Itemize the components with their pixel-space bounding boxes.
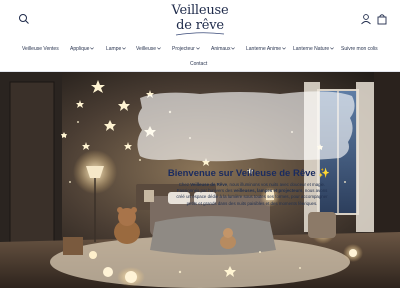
- hero-text: , nous avons: [302, 188, 328, 194]
- bag-icon[interactable]: [376, 13, 388, 25]
- nav-label: Veilleuse: [136, 46, 157, 52]
- chevron-down-icon: [330, 47, 334, 50]
- nav-label: Animaux: [211, 46, 231, 52]
- nav-label: Suivre mon colis: [341, 46, 378, 52]
- nav-label: Contact: [190, 61, 208, 67]
- nav-label: Veilleuse Ventes: [22, 46, 59, 52]
- hero-description: Chez Veilleuse de Rêve, nous illuminons …: [154, 182, 350, 207]
- nav-item-veilleuse-ventes[interactable]: Veilleuse Ventes: [22, 46, 59, 52]
- hero-text: petits et grands dans des nuits paisible…: [186, 200, 318, 206]
- nav-item-animaux[interactable]: Animaux: [211, 46, 236, 52]
- hero-title: Bienvenue sur Veilleuse de Rêve ✨: [167, 168, 331, 179]
- hero-section: Bienvenue sur Veilleuse de Rêve ✨ Chez V…: [0, 72, 400, 288]
- chevron-down-icon: [90, 47, 95, 50]
- nav-item-lanterne-anime[interactable]: Lanterne Anime: [246, 46, 286, 52]
- hero-text: Chez: [178, 182, 191, 187]
- chevron-down-icon: [157, 47, 161, 50]
- hero-banner: Bienvenue sur Veilleuse de Rêve ✨ Chez V…: [140, 166, 358, 228]
- site-header: Veilleuse de rêve: [0, 0, 400, 40]
- main-navigation: Veilleuse Ventes Applique Lampe Veilleus…: [0, 42, 400, 70]
- hero-brand-name: Veilleuse de Rêve: [190, 182, 228, 187]
- nav-item-veilleuse[interactable]: Veilleuse: [136, 46, 161, 52]
- nav-label: Projecteur: [172, 46, 195, 52]
- logo-swoosh-icon: [175, 32, 225, 36]
- hero-text: Passionnés par l'univers des: [176, 188, 234, 194]
- nav-item-contact[interactable]: Contact: [190, 61, 207, 67]
- hero-text: , nous illuminons vos nuits avec douceur…: [227, 182, 326, 187]
- nav-label: Lanterne Anime: [246, 46, 282, 52]
- chevron-down-icon: [122, 47, 127, 50]
- chevron-down-icon: [195, 47, 200, 50]
- nav-item-lampe[interactable]: Lampe: [106, 46, 127, 52]
- site-logo[interactable]: Veilleuse de rêve: [150, 3, 250, 37]
- hero-text: créé un espace dédié à la lumière sous t…: [176, 194, 328, 200]
- nav-item-lanterne-nature[interactable]: Lanterne Nature: [293, 46, 334, 52]
- nav-item-applique[interactable]: Applique: [70, 46, 95, 52]
- nav-item-projecteur[interactable]: Projecteur: [172, 46, 200, 52]
- hero-highlight: veilleuses, lampes et projecteurs: [233, 188, 303, 194]
- logo-text-line1: Veilleuse: [171, 3, 229, 18]
- nav-item-suivre-mon-colis[interactable]: Suivre mon colis: [341, 46, 378, 52]
- chevron-down-icon: [231, 47, 236, 50]
- chevron-down-icon: [282, 47, 286, 50]
- nav-label: Lampe: [106, 46, 122, 52]
- nav-label: Applique: [70, 46, 90, 52]
- search-icon[interactable]: [18, 13, 30, 25]
- user-icon[interactable]: [360, 13, 372, 25]
- nav-label: Lanterne Nature: [293, 46, 330, 52]
